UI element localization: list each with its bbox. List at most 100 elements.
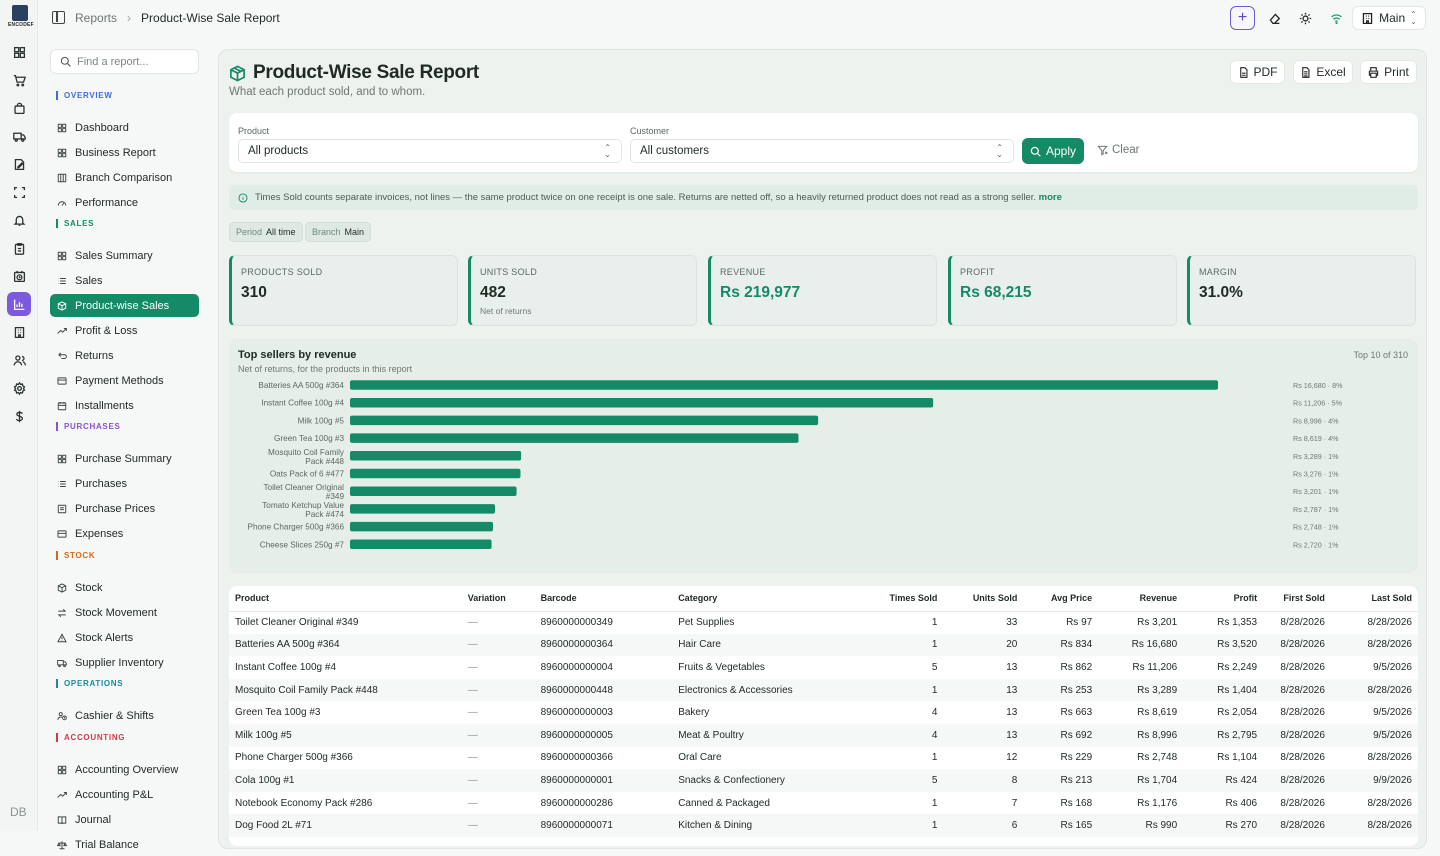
bar[interactable]: [350, 415, 819, 426]
customer-select[interactable]: All customers ⌃ ⌄: [630, 139, 1014, 163]
table-row[interactable]: Phone Charger 500g #366 — 8960000000366 Ora…: [229, 747, 1418, 770]
bar[interactable]: [350, 486, 517, 496]
sidebar-item-profit-loss[interactable]: Profit & Loss: [50, 319, 199, 342]
bar[interactable]: [350, 433, 799, 443]
cell-profit: Rs 1,404: [1183, 678, 1264, 702]
sidebar-item-stock-alerts[interactable]: Stock Alerts: [50, 626, 199, 649]
print-button[interactable]: Print: [1360, 60, 1417, 84]
sidebar-item-supplier-inventory[interactable]: Supplier Inventory: [50, 651, 199, 674]
rail-frame-button[interactable]: [7, 180, 31, 204]
branch-selector[interactable]: Main ⌃ ⌄: [1352, 6, 1426, 30]
product-select[interactable]: All products ⌃ ⌄: [238, 139, 622, 163]
bar[interactable]: [350, 539, 492, 550]
table-row[interactable]: Instant Coffee 100g #4 — 8960000000004 Frui…: [229, 656, 1418, 679]
eraser-button[interactable]: [1262, 6, 1286, 30]
column-header-avg-price[interactable]: Avg Price: [1023, 586, 1099, 612]
user-initials[interactable]: DB: [10, 805, 27, 819]
report-search[interactable]: [50, 49, 199, 74]
sidebar-item-business-report[interactable]: Business Report: [50, 141, 199, 164]
bar[interactable]: [350, 468, 521, 479]
table-row[interactable]: Cola 100g #1—8960000000001 Snacks & Confe…: [229, 769, 1418, 792]
column-header-product[interactable]: Product: [229, 586, 462, 612]
rail-bar-chart-button[interactable]: [7, 292, 31, 316]
rail-clipboard-button[interactable]: [7, 236, 31, 260]
rail-grid-button[interactable]: [7, 40, 31, 64]
cell-last-sold: 8/28/2026: [1367, 617, 1413, 629]
column-header-last-sold[interactable]: Last Sold: [1330, 586, 1418, 612]
sidebar-item-accounting-p-l[interactable]: Accounting P&L: [50, 783, 199, 806]
sidebar-toggle-icon[interactable]: [52, 11, 65, 24]
info-note-more-link[interactable]: more: [1039, 192, 1062, 203]
bar[interactable]: [350, 380, 1218, 390]
sidebar-item-performance[interactable]: Performance: [50, 191, 199, 214]
column-header-first-sold[interactable]: First Sold: [1263, 586, 1331, 612]
sidebar-item-accounting-overview[interactable]: Accounting Overview: [50, 758, 199, 781]
sidebar-item-purchases[interactable]: Purchases: [50, 472, 199, 495]
table-row[interactable]: Mosquito Coil Family Pack #448—896000000…: [229, 678, 1418, 702]
column-header-revenue[interactable]: Revenue: [1098, 586, 1184, 612]
sidebar-item-dashboard[interactable]: Dashboard: [50, 116, 199, 139]
table-row[interactable]: Dog Food 2L #71—8960000000071 Kitchen & D…: [229, 814, 1418, 837]
rail-users-button[interactable]: [7, 348, 31, 372]
clear-button[interactable]: Clear: [1097, 144, 1139, 156]
bar[interactable]: [350, 451, 522, 461]
sidebar-item-sales[interactable]: Sales: [50, 269, 199, 292]
theme-toggle-button[interactable]: [1293, 6, 1317, 30]
rail-dollar-button[interactable]: [7, 404, 31, 428]
rail-building-button[interactable]: [7, 320, 31, 344]
sidebar-item-purchase-summary[interactable]: Purchase Summary: [50, 447, 199, 470]
sidebar-item-branch-comparison[interactable]: Branch Comparison: [50, 166, 199, 189]
rail-bell-button[interactable]: [7, 208, 31, 232]
table-row[interactable]: Milk 100g #5—8960000000005 Meat & Poultry…: [229, 723, 1418, 747]
users-icon: [13, 354, 26, 365]
table-row[interactable]: Green Tea 100g #3 — 8960000000003 Bakery 4 13…: [229, 701, 1418, 724]
cell-profit: Rs 406: [1225, 797, 1258, 809]
rail-settings-button[interactable]: [7, 376, 31, 400]
cell-first-sold: 8/28/2026: [1280, 707, 1325, 719]
table-row[interactable]: Toilet Cleaner Original #349 — 89600000003…: [229, 611, 1418, 634]
sidebar-item-installments[interactable]: Installments: [50, 394, 199, 417]
table-row[interactable]: Notebook Economy Pack #286 — 8960000000286…: [229, 792, 1418, 815]
table-row[interactable]: Batteries AA 500g #364—8960000000364 Hair…: [229, 633, 1418, 657]
column-header-category[interactable]: Category: [672, 586, 843, 612]
sidebar-item-stock-movement[interactable]: Stock Movement: [50, 601, 199, 624]
sidebar-item-sales-summary[interactable]: Sales Summary: [50, 244, 199, 267]
export-excel-button[interactable]: Excel: [1293, 60, 1353, 84]
rail-clock-button[interactable]: [7, 264, 31, 288]
sidebar-item-cashier-shifts[interactable]: Cashier & Shifts: [50, 704, 199, 727]
bar[interactable]: [350, 504, 496, 514]
sidebar-item-product-wise-sales[interactable]: Product-wise Sales: [50, 294, 199, 317]
sidebar-section-overview: OVERVIEW: [56, 91, 113, 100]
kpi-value: Rs 219,977: [720, 284, 801, 301]
product-filter-label: Product: [238, 126, 270, 136]
apply-button[interactable]: Apply: [1022, 138, 1084, 164]
rail-bag-button[interactable]: [7, 96, 31, 120]
export-pdf-button[interactable]: PDF: [1230, 60, 1285, 84]
search-input[interactable]: [77, 55, 192, 68]
connection-status-button[interactable]: [1324, 6, 1348, 30]
column-header-times-sold[interactable]: Times Sold: [842, 586, 944, 612]
column-header-barcode[interactable]: Barcode: [534, 586, 673, 612]
rail-truck-button[interactable]: [7, 124, 31, 148]
rail-cart-button[interactable]: [7, 68, 31, 92]
sidebar-item-returns[interactable]: Returns: [50, 344, 199, 367]
rail-edit-button[interactable]: [7, 152, 31, 176]
sidebar-item-purchase-prices[interactable]: Purchase Prices: [50, 497, 199, 520]
sidebar-item-expenses[interactable]: Expenses: [50, 522, 199, 545]
sidebar-item-payment-methods[interactable]: Payment Methods: [50, 369, 199, 392]
column-header-units-sold[interactable]: Units Sold: [943, 586, 1024, 612]
grid-icon: [57, 765, 67, 774]
cell-avg-price: Rs 229: [1060, 752, 1093, 764]
sidebar-item-trial-balance[interactable]: Trial Balance: [50, 833, 199, 856]
sidebar-item-journal[interactable]: Journal: [50, 808, 199, 831]
column-header-profit[interactable]: Profit: [1183, 586, 1264, 612]
cell-category: Pet Supplies: [678, 617, 735, 629]
add-button[interactable]: +: [1230, 6, 1255, 30]
bar-category-label: Oats Pack of 6 #477: [270, 470, 345, 479]
column-header-variation[interactable]: Variation: [461, 586, 535, 612]
bar[interactable]: [350, 521, 494, 532]
breadcrumb-reports[interactable]: Reports: [75, 11, 117, 25]
bar[interactable]: [350, 397, 934, 408]
app-logo[interactable]: ENCODEF: [8, 5, 34, 28]
sidebar-item-stock[interactable]: Stock: [50, 576, 199, 599]
